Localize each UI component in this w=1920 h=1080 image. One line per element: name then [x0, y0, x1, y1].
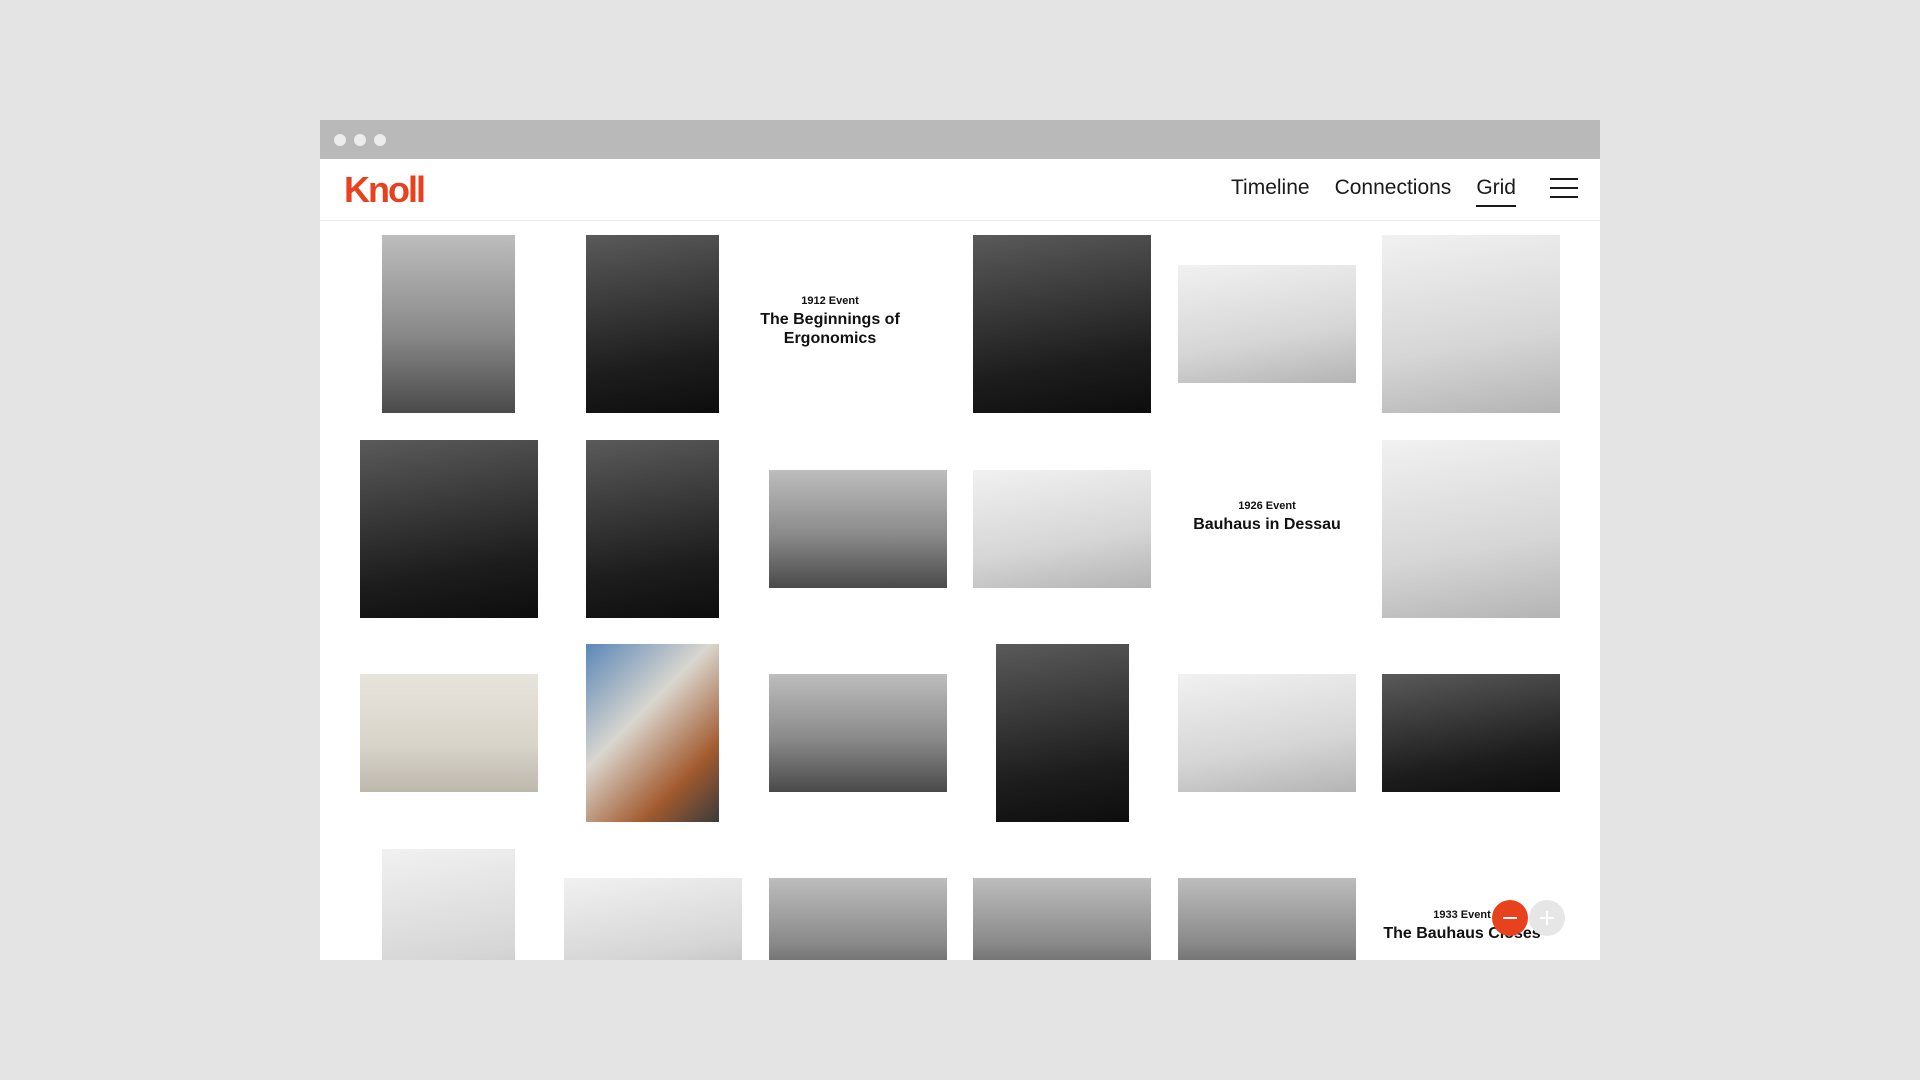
grid-photo-colonnade[interactable] [1178, 878, 1356, 960]
browser-window: Knoll Timeline Connections Grid 1912 Eve… [320, 120, 1600, 960]
window-dot-icon[interactable] [334, 134, 346, 146]
grid-photo-seated-man[interactable] [1382, 235, 1560, 413]
event-title: The Beginnings of Ergonomics [760, 311, 900, 347]
grid-photo-portrait[interactable] [586, 235, 719, 413]
grid-photo-wassily-chair[interactable] [769, 470, 947, 588]
grid-event-1912[interactable]: 1912 Event The Beginnings of Ergonomics [730, 295, 930, 348]
event-year: 1912 Event [801, 295, 859, 307]
nav-grid[interactable]: Grid [1476, 176, 1516, 207]
grid-photo-interior[interactable] [586, 440, 719, 618]
grid-photo-building[interactable] [1178, 265, 1356, 383]
grid-photo-houses[interactable] [769, 674, 947, 792]
event-title: Bauhaus in Dessau [1193, 516, 1341, 533]
hamburger-menu-icon[interactable] [1550, 177, 1578, 199]
grid-photo-table[interactable] [973, 470, 1151, 588]
knoll-logo[interactable]: Knoll [344, 169, 426, 211]
main-nav: Timeline Connections Grid [1231, 176, 1516, 207]
grid-photo-brno-chair[interactable] [564, 878, 742, 960]
zoom-in-plus-icon[interactable] [1529, 900, 1565, 936]
grid-photo-interior-wall[interactable] [769, 878, 947, 960]
window-dot-icon[interactable] [354, 134, 366, 146]
nav-timeline[interactable]: Timeline [1231, 176, 1310, 207]
zoom-out-minus-icon[interactable] [1492, 900, 1528, 936]
grid-photo-dining-room[interactable] [996, 644, 1129, 822]
grid-photo-cesca-chair[interactable] [1178, 674, 1356, 792]
grid-photo-armchair[interactable] [586, 644, 719, 822]
site-header: Knoll Timeline Connections Grid [320, 159, 1600, 221]
grid-photo-atrium[interactable] [382, 235, 515, 413]
browser-chrome [320, 120, 1600, 159]
window-dot-icon[interactable] [374, 134, 386, 146]
grid-photo-pavilion[interactable] [1382, 674, 1560, 792]
grid-photo-chair-group[interactable] [360, 674, 538, 792]
grid-photo-portrait[interactable] [973, 235, 1151, 413]
nav-connections[interactable]: Connections [1335, 176, 1452, 207]
grid-photo-lounge-chair[interactable] [360, 440, 538, 618]
grid-photo-living-room[interactable] [973, 878, 1151, 960]
grid-photo-barcelona-chair[interactable] [382, 849, 515, 960]
event-year: 1926 Event [1238, 500, 1296, 512]
grid-event-1926[interactable]: 1926 Event Bauhaus in Dessau [1167, 500, 1367, 534]
grid-photo-woman-hat[interactable] [1382, 440, 1560, 618]
